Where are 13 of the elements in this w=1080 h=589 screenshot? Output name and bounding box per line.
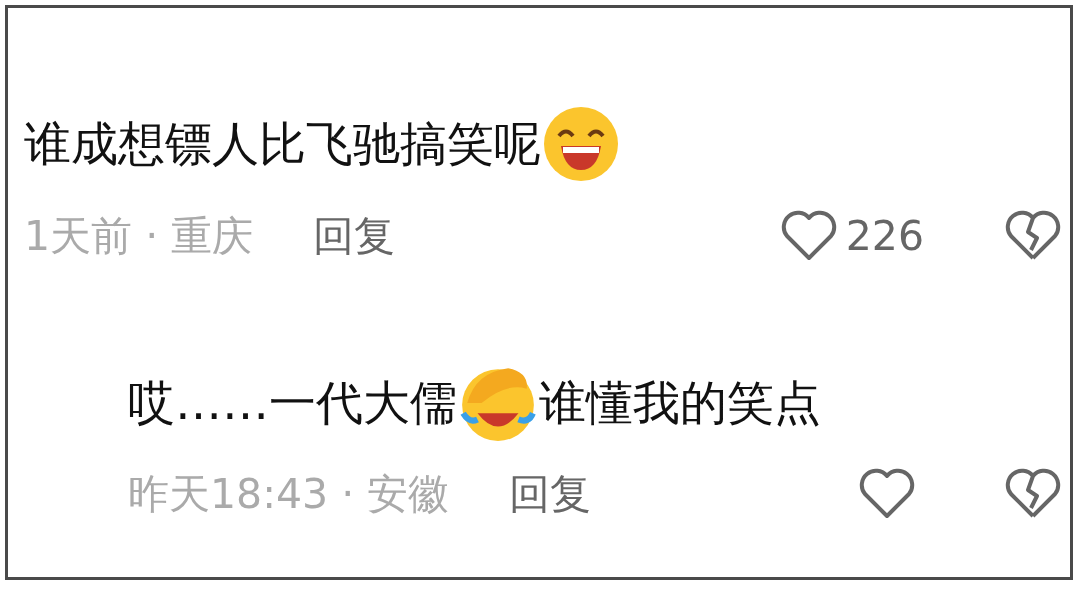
comment-text: 哎……一代大儒 [128, 377, 457, 429]
comment-time-location: 昨天18:43 · 安徽 [128, 473, 450, 515]
reply-link[interactable]: 回复 [313, 215, 396, 257]
broken-heart-icon[interactable] [1004, 210, 1062, 262]
comment-text: 谁懂我的笑点 [539, 377, 821, 429]
grinning-emoji-icon [541, 104, 621, 184]
comment-text: 谁成想镖人比飞驰搞笑呢 [24, 118, 541, 170]
heart-icon[interactable] [858, 468, 916, 520]
reply-link[interactable]: 回复 [509, 473, 592, 515]
heart-icon[interactable] [779, 210, 838, 262]
like-count: 226 [845, 215, 924, 257]
comment-time-location: 1天前 · 重庆 [24, 215, 254, 257]
broken-heart-icon[interactable] [1004, 468, 1062, 520]
